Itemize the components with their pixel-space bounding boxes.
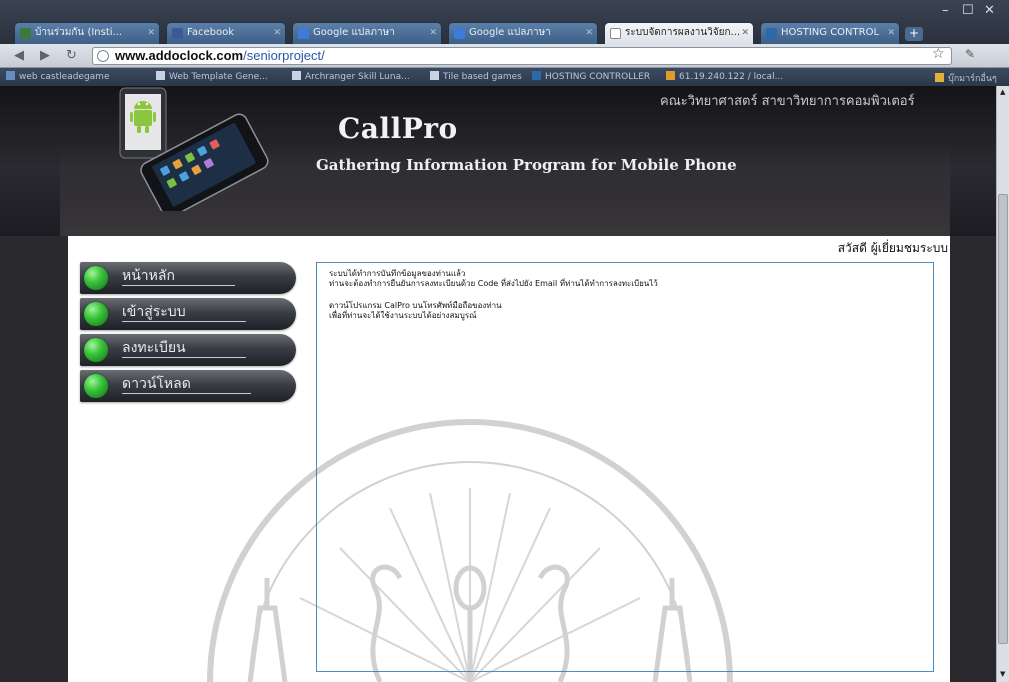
wrench-icon[interactable]: ✎ — [965, 47, 975, 61]
scroll-up-icon[interactable]: ▲ — [1000, 88, 1005, 96]
menu-item-register[interactable]: ลงทะเบียน — [80, 334, 296, 366]
close-icon[interactable]: ✕ — [887, 23, 895, 43]
bookmark-icon — [292, 71, 301, 80]
site-title: CallPro — [338, 112, 458, 145]
bookmark-item[interactable]: Archranger Skill Luna... — [292, 71, 410, 82]
bookmark-icon — [156, 71, 165, 80]
tab-label: ระบบจัดการผลงานวิจัยก... — [625, 27, 741, 38]
mobile-phone-illustration — [119, 87, 269, 211]
close-icon[interactable]: ✕ — [585, 23, 593, 43]
message-line: ระบบได้ทำการบันทึกข้อมูลของท่านแล้ว — [329, 269, 466, 278]
close-icon[interactable]: ✕ — [147, 23, 155, 43]
content-panel: สวัสดี ผู้เยี่ยมชมระบบ หน้าหลัก เข้าสู่ร… — [68, 236, 950, 682]
menu-label: เข้าสู่ระบบ — [122, 304, 246, 322]
bookmark-label: Tile based games — [443, 72, 522, 82]
bookmark-item[interactable]: HOSTING CONTROLLER — [532, 71, 650, 82]
tab-google-translate-2[interactable]: Google แปลภาษา ✕ — [448, 22, 598, 44]
url-path: /seniorproject/ — [243, 48, 325, 63]
menu-label: ดาวน์โหลด — [122, 376, 251, 394]
bookmark-label: Web Template Gene... — [169, 72, 268, 82]
message-line: เพื่อที่ท่านจะได้ใช้งานระบบได้อย่างสมบูร… — [329, 311, 477, 320]
page-viewport: คณะวิทยาศาสตร์ สาขาวิทยาการคอมพิวเตอร์ C… — [0, 86, 996, 682]
maximize-icon[interactable]: ☐ — [962, 3, 974, 18]
bookmark-icon — [430, 71, 439, 80]
back-icon[interactable]: ◀ — [14, 48, 24, 63]
green-bullet-icon — [84, 266, 108, 290]
menu-label: ลงทะเบียน — [122, 340, 246, 358]
folder-icon — [935, 73, 944, 82]
tab-google-translate-1[interactable]: Google แปลภาษา ✕ — [292, 22, 442, 44]
site-header: คณะวิทยาศาสตร์ สาขาวิทยาการคอมพิวเตอร์ C… — [0, 86, 996, 236]
bookmark-item[interactable]: web castleadegame — [6, 71, 110, 82]
reload-icon[interactable]: ↻ — [66, 48, 77, 63]
document-icon — [610, 28, 621, 39]
vertical-scrollbar[interactable]: ▲ ▼ — [996, 86, 1009, 682]
message-line: ท่านจะต้องทำการยืนยันการลงทะเบียนด้วย Co… — [329, 279, 658, 288]
tab-label: Facebook — [187, 27, 234, 38]
green-bullet-icon — [84, 374, 108, 398]
bookmark-icon — [666, 71, 675, 80]
bookmark-label: Archranger Skill Luna... — [305, 72, 410, 82]
message-box: ระบบได้ทำการบันทึกข้อมูลของท่านแล้ว ท่าน… — [316, 262, 934, 672]
bookmark-label: 61.19.240.122 / local... — [679, 72, 784, 82]
tab-favicon-icon — [20, 28, 31, 39]
tab-label: Google แปลภาษา — [313, 27, 395, 38]
forward-icon[interactable]: ▶ — [40, 48, 50, 63]
close-icon[interactable]: ✕ — [741, 23, 749, 43]
tab-research-system[interactable]: ระบบจัดการผลงานวิจัยก... ✕ — [604, 22, 754, 44]
scroll-down-icon[interactable]: ▼ — [1000, 670, 1005, 678]
browser-tab-bar: บ้านร่วมกัน (Insti... ✕ Facebook ✕ Googl… — [0, 0, 1009, 44]
bookmark-item[interactable]: Web Template Gene... — [156, 71, 268, 82]
bookmark-icon — [532, 71, 541, 80]
other-bookmarks[interactable]: บุ๊กมาร์กอื่นๆ — [935, 71, 997, 85]
close-window-icon[interactable]: ✕ — [984, 3, 995, 18]
scrollbar-thumb[interactable] — [998, 194, 1008, 644]
site-subtitle: Gathering Information Program for Mobile… — [316, 156, 737, 174]
bookmark-item[interactable]: 61.19.240.122 / local... — [666, 71, 783, 82]
minimize-icon[interactable]: – — [942, 3, 949, 18]
bookmark-label: บุ๊กมาร์กอื่นๆ — [948, 74, 997, 84]
globe-icon — [97, 50, 109, 62]
bookmarks-bar: web castleadegame Web Template Gene... A… — [0, 68, 1009, 86]
menu-label: หน้าหลัก — [122, 268, 235, 286]
browser-toolbar: ◀ ▶ ↻ www.addoclock.com/seniorproject/ ☆… — [0, 44, 1009, 68]
close-icon[interactable]: ✕ — [429, 23, 437, 43]
menu-item-download[interactable]: ดาวน์โหลด — [80, 370, 296, 402]
bookmark-label: web castleadegame — [19, 72, 110, 82]
green-bullet-icon — [84, 338, 108, 362]
message-line: ดาวน์โปรแกรม CalPro บนโทรศัพท์มือถือของท… — [329, 301, 502, 310]
bookmark-star-icon[interactable]: ☆ — [932, 46, 945, 62]
google-translate-icon — [298, 28, 309, 39]
hosting-icon — [766, 28, 777, 39]
menu-item-login[interactable]: เข้าสู่ระบบ — [80, 298, 296, 330]
address-bar[interactable]: www.addoclock.com/seniorproject/ — [92, 47, 952, 65]
tab-label: HOSTING CONTROL — [781, 27, 880, 38]
bookmark-item[interactable]: Tile based games — [430, 71, 522, 82]
faculty-name: คณะวิทยาศาสตร์ สาขาวิทยาการคอมพิวเตอร์ — [660, 94, 915, 109]
green-bullet-icon — [84, 302, 108, 326]
url-host: www.addoclock.com — [115, 48, 244, 63]
tab-facebook[interactable]: Facebook ✕ — [166, 22, 286, 44]
tab-label: Google แปลภาษา — [469, 27, 551, 38]
tab-institution[interactable]: บ้านร่วมกัน (Insti... ✕ — [14, 22, 160, 44]
facebook-icon — [172, 28, 183, 39]
tab-label: บ้านร่วมกัน (Insti... — [35, 27, 123, 38]
bookmark-icon — [6, 71, 15, 80]
welcome-text: สวัสดี ผู้เยี่ยมชมระบบ — [837, 241, 948, 255]
close-icon[interactable]: ✕ — [273, 23, 281, 43]
google-translate-icon — [454, 28, 465, 39]
bookmark-label: HOSTING CONTROLLER — [545, 72, 651, 82]
new-tab-button[interactable]: + — [905, 27, 923, 41]
tab-hosting-control[interactable]: HOSTING CONTROL ✕ — [760, 22, 900, 44]
menu-item-home[interactable]: หน้าหลัก — [80, 262, 296, 294]
